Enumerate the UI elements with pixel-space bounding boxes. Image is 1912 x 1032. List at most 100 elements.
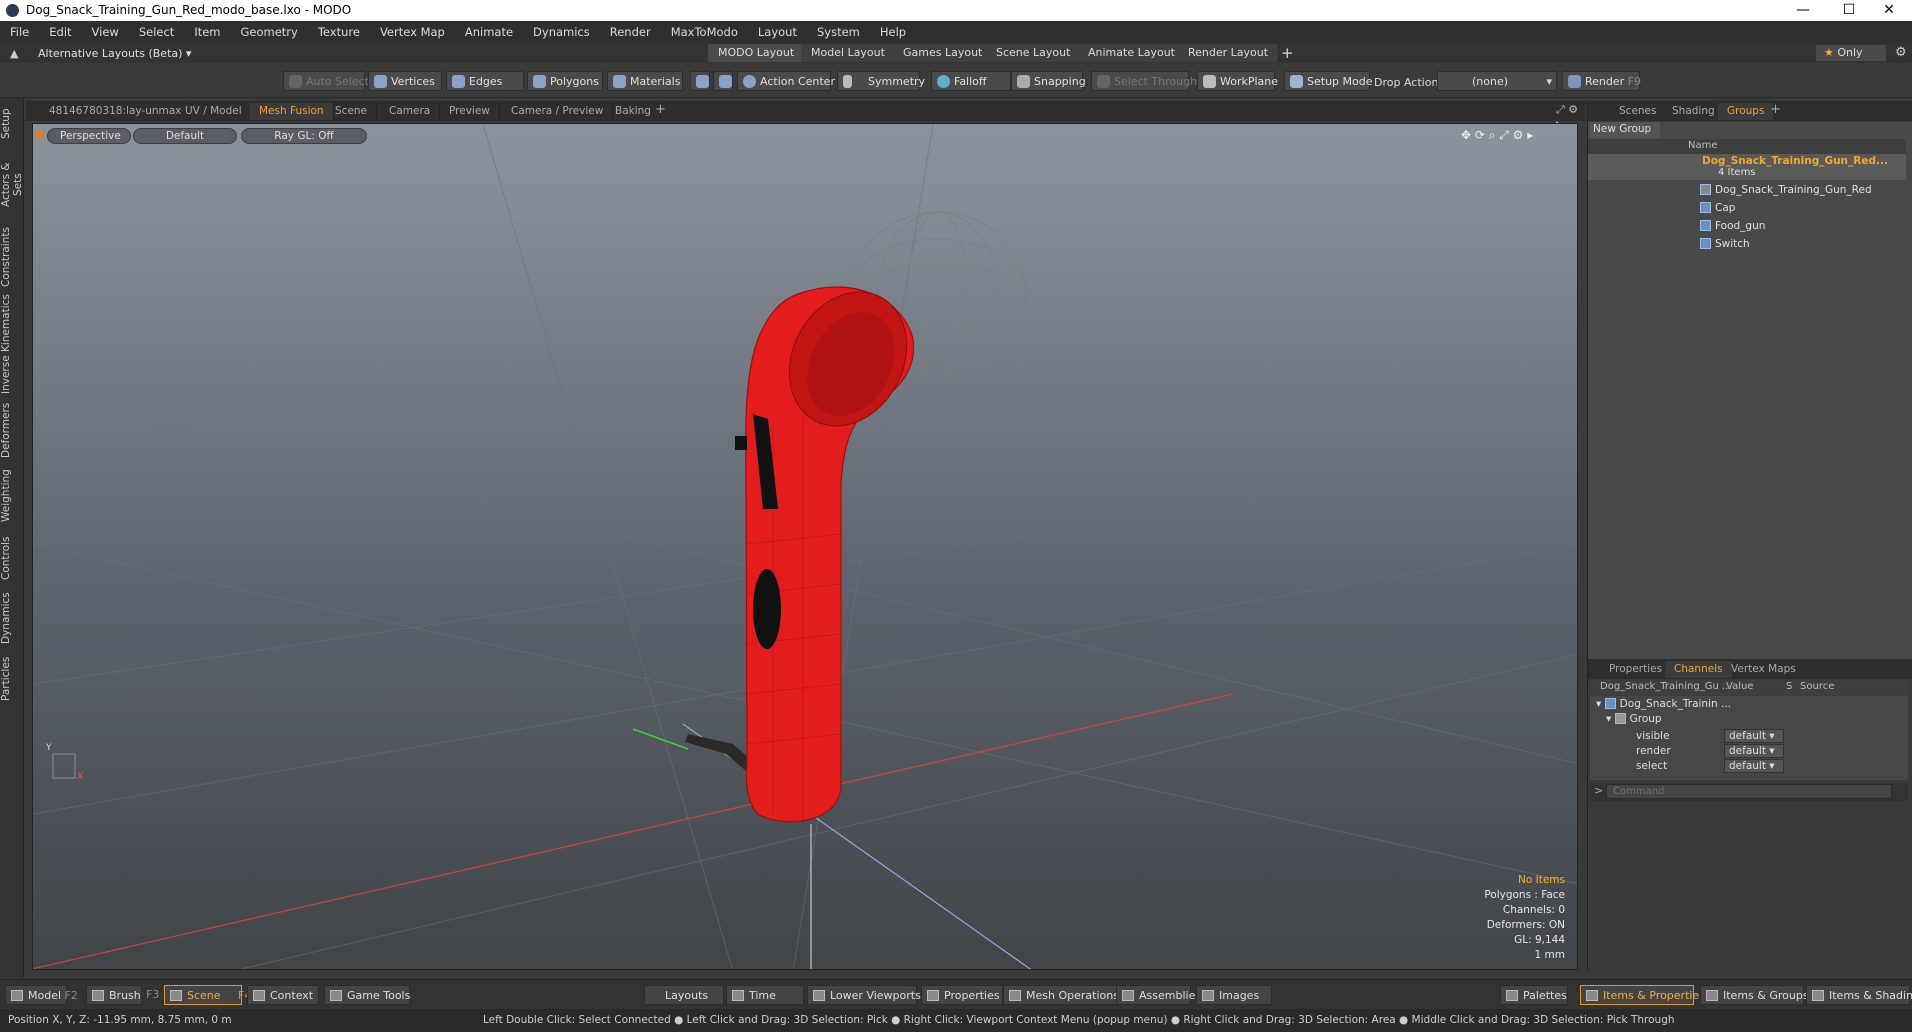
tab-animate-layout[interactable]: Animate Layout bbox=[1078, 44, 1186, 62]
images-button[interactable]: Images bbox=[1196, 985, 1272, 1005]
tab-games-layout[interactable]: Games Layout bbox=[893, 44, 994, 62]
menu-file[interactable]: File bbox=[0, 21, 39, 39]
vertices-button[interactable]: Vertices bbox=[368, 71, 442, 91]
source-header[interactable]: Source bbox=[1800, 681, 1834, 692]
scene-button[interactable]: Scene F4 bbox=[164, 985, 251, 1005]
materials-button[interactable]: Materials bbox=[607, 71, 683, 91]
action-center-button[interactable]: Action Center bbox=[737, 71, 835, 91]
tab-scene-layout[interactable]: Scene Layout bbox=[986, 44, 1082, 62]
tab-weighting[interactable]: Weighting bbox=[0, 466, 24, 526]
tab-camera[interactable]: Camera bbox=[380, 103, 441, 120]
brush-button[interactable]: Brush bbox=[86, 985, 142, 1005]
items-shading-button[interactable]: Items & Shading bbox=[1806, 985, 1912, 1005]
minimize-button[interactable]: — bbox=[1780, 0, 1826, 21]
menu-select[interactable]: Select bbox=[129, 21, 184, 39]
channel-group-row[interactable]: ▾ Group bbox=[1606, 713, 1662, 731]
visible-value-select[interactable]: default ▾ bbox=[1724, 729, 1784, 743]
tab-deformers[interactable]: Deformers bbox=[0, 400, 24, 460]
tab-vertex-maps[interactable]: Vertex Maps bbox=[1722, 661, 1805, 678]
command-input[interactable] bbox=[1606, 784, 1892, 799]
tab-particles[interactable]: Particles bbox=[0, 652, 24, 706]
add-layout-button[interactable]: + bbox=[1281, 44, 1294, 62]
setup-mode-button[interactable]: Setup Mode bbox=[1284, 71, 1372, 91]
tab-model-layout[interactable]: Model Layout bbox=[801, 44, 896, 62]
menu-geometry[interactable]: Geometry bbox=[231, 21, 308, 39]
component-mode-button[interactable] bbox=[690, 71, 710, 91]
tab-actors-sets[interactable]: Actors & Sets bbox=[0, 150, 24, 220]
tab-groups[interactable]: Groups bbox=[1718, 103, 1774, 120]
model-button[interactable]: Model F2 bbox=[5, 985, 78, 1005]
select-through-button[interactable]: Select Through bbox=[1091, 71, 1197, 91]
tab-baking[interactable]: Baking bbox=[606, 103, 661, 120]
menu-texture[interactable]: Texture bbox=[308, 21, 370, 39]
3d-viewport[interactable]: Perspective Default Ray GL: Off ✥ ⟳ ⌕ ⤢ … bbox=[32, 123, 1578, 970]
lower-viewports-button[interactable]: Lower Viewports bbox=[807, 985, 921, 1005]
menu-view[interactable]: View bbox=[82, 21, 129, 39]
gear-icon[interactable]: ⚙ bbox=[1895, 45, 1907, 60]
tab-scene[interactable]: Scene bbox=[326, 103, 378, 120]
snapping-button[interactable]: Snapping bbox=[1011, 71, 1086, 91]
tree-item[interactable]: Cap bbox=[1588, 200, 1906, 218]
add-right-tab-button[interactable]: + bbox=[1770, 102, 1781, 117]
tree-item[interactable]: Dog_Snack_Training_Gun_Red bbox=[1588, 182, 1906, 200]
polygons-button[interactable]: Polygons bbox=[527, 71, 603, 91]
group-row[interactable]: Dog_Snack_Training_Gun_Red... 4 Items bbox=[1588, 154, 1906, 180]
falloff-button[interactable]: Falloff bbox=[931, 71, 1011, 91]
name-column-header[interactable]: Name bbox=[1688, 140, 1718, 151]
menu-vertex-map[interactable]: Vertex Map bbox=[370, 21, 455, 39]
menu-render[interactable]: Render bbox=[600, 21, 661, 39]
add-viewport-tab-button[interactable]: + bbox=[655, 102, 666, 117]
layouts-button[interactable]: Layouts bbox=[644, 985, 724, 1005]
edges-button[interactable]: Edges bbox=[446, 71, 524, 91]
context-button[interactable]: Context bbox=[247, 985, 319, 1005]
tab-dynamics[interactable]: Dynamics bbox=[0, 590, 24, 646]
menu-item[interactable]: Item bbox=[184, 21, 230, 39]
render-value-select[interactable]: default ▾ bbox=[1724, 744, 1784, 758]
layout-pin-icon[interactable]: ▲ bbox=[10, 47, 18, 60]
mesh-operations-button[interactable]: Mesh Operations bbox=[1003, 985, 1119, 1005]
workplane-button[interactable]: WorkPlane bbox=[1197, 71, 1278, 91]
menu-layout[interactable]: Layout bbox=[748, 21, 807, 39]
items-groups-button[interactable]: Items & Groups bbox=[1700, 985, 1809, 1005]
menu-edit[interactable]: Edit bbox=[39, 21, 81, 39]
tab-controls[interactable]: Controls bbox=[0, 532, 24, 584]
auto-select-button[interactable]: Auto Select bbox=[283, 71, 369, 91]
tab-inverse-kinematics[interactable]: Inverse Kinematics bbox=[0, 294, 24, 394]
s-header[interactable]: S bbox=[1786, 681, 1792, 692]
tab-lay-unmax[interactable]: 48146780318:lay-unmax bbox=[40, 103, 192, 120]
tree-item[interactable]: Food_gun bbox=[1588, 218, 1906, 236]
game-tools-button[interactable]: Game Tools bbox=[324, 985, 410, 1005]
tab-render-layout[interactable]: Render Layout bbox=[1178, 44, 1280, 62]
tab-uv-model[interactable]: UV / Model bbox=[176, 103, 252, 120]
item-mode-button[interactable] bbox=[713, 71, 733, 91]
drop-action-select[interactable]: (none) ▾ bbox=[1437, 71, 1557, 91]
select-value-select[interactable]: default ▾ bbox=[1724, 759, 1784, 773]
assemblies-button[interactable]: Assemblies bbox=[1116, 985, 1201, 1005]
tab-scenes[interactable]: Scenes bbox=[1610, 103, 1665, 120]
tab-shading[interactable]: Shading bbox=[1663, 103, 1724, 120]
menu-animate[interactable]: Animate bbox=[455, 21, 523, 39]
palettes-button[interactable]: Palettes bbox=[1500, 985, 1568, 1005]
tab-camera-preview[interactable]: Camera / Preview bbox=[502, 103, 614, 120]
close-button[interactable]: ✕ bbox=[1866, 0, 1912, 21]
symmetry-button[interactable]: Symmetry bbox=[837, 71, 925, 91]
render-button[interactable]: Render F9 bbox=[1562, 71, 1641, 91]
tab-setup[interactable]: Setup bbox=[0, 104, 24, 144]
new-group-button[interactable]: New Group bbox=[1590, 122, 1660, 138]
value-header[interactable]: Value bbox=[1726, 681, 1753, 692]
menu-dynamics[interactable]: Dynamics bbox=[523, 21, 600, 39]
tab-preview[interactable]: Preview bbox=[440, 103, 500, 120]
menu-maxtomodo[interactable]: MaxToModo bbox=[661, 21, 748, 39]
tab-mesh-fusion[interactable]: Mesh Fusion bbox=[250, 103, 334, 120]
menu-system[interactable]: System bbox=[807, 21, 870, 39]
items-properties-button[interactable]: Items & Properties bbox=[1580, 985, 1705, 1005]
properties-button[interactable]: Properties bbox=[921, 985, 1003, 1005]
only-button[interactable]: ★ Only bbox=[1816, 45, 1886, 61]
time-button[interactable]: Time bbox=[726, 985, 804, 1005]
channel-name-header[interactable]: Dog_Snack_Training_Gu ... bbox=[1600, 681, 1732, 692]
tree-item[interactable]: Switch bbox=[1588, 236, 1906, 254]
tab-properties[interactable]: Properties bbox=[1600, 661, 1671, 678]
layout-selector[interactable]: Alternative Layouts (Beta) ▾ bbox=[38, 47, 191, 60]
menu-help[interactable]: Help bbox=[870, 21, 916, 39]
tab-modo-layout[interactable]: MODO Layout bbox=[708, 44, 806, 62]
